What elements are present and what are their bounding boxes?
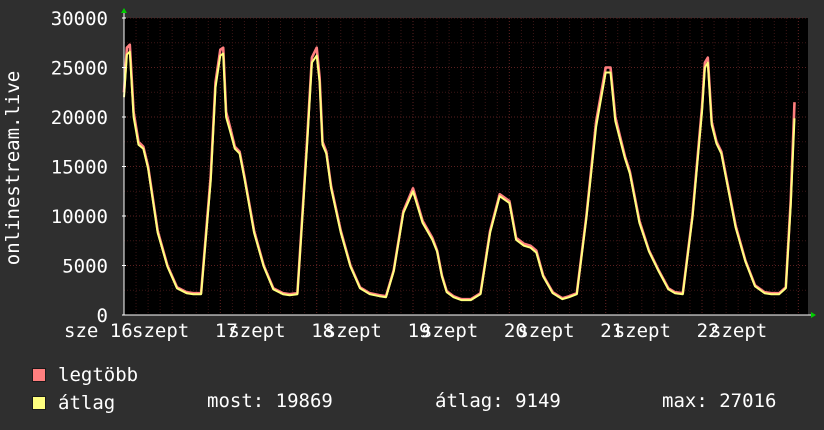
y-tick-label: 5000 [62,256,108,278]
stat-current: most: 19869 [207,390,333,412]
y-tick-label: 15000 [51,157,108,179]
x-tick-label: szept [325,320,382,342]
legend-item-avg: átlag [32,390,115,416]
y-tick-labels: 050001000015000200002500030000 [51,8,126,327]
x-tick-label: sze 16 [64,320,133,342]
legend-item-max: legtöbb [32,362,138,388]
y-axis-label: onlinestream.live [2,71,24,265]
x-tick-label: szept [228,320,285,342]
stat-average: átlag: 9149 [435,390,561,412]
chart: 050001000015000200002500030000 sze 16 sze… [2,8,816,342]
x-tick-label: szept [614,320,671,342]
x-tick-label: szept [710,320,767,342]
y-tick-label: 30000 [51,8,108,30]
legend-label-avg: átlag [58,392,116,414]
legend-label-max: legtöbb [58,364,139,386]
legend-swatch-max [32,368,46,382]
y-axis-arrow [121,8,127,13]
x-tick-label: szept [517,320,574,342]
x-tick-labels: sze 16 szept 17szept 18szept 19szept 20szept 2… [64,320,767,342]
x-tick-label: szept [421,320,478,342]
y-tick-label: 10000 [51,206,108,228]
stat-max: max: 27016 [662,390,777,412]
legend: legtöbb átlag most: 19869 átlag: 9149 ma… [0,360,824,430]
x-tick-label: szept [132,320,189,342]
legend-swatch-avg [32,396,46,410]
x-axis-arrow [811,312,816,318]
y-tick-label: 20000 [51,107,108,129]
y-tick-label: 25000 [51,58,108,80]
